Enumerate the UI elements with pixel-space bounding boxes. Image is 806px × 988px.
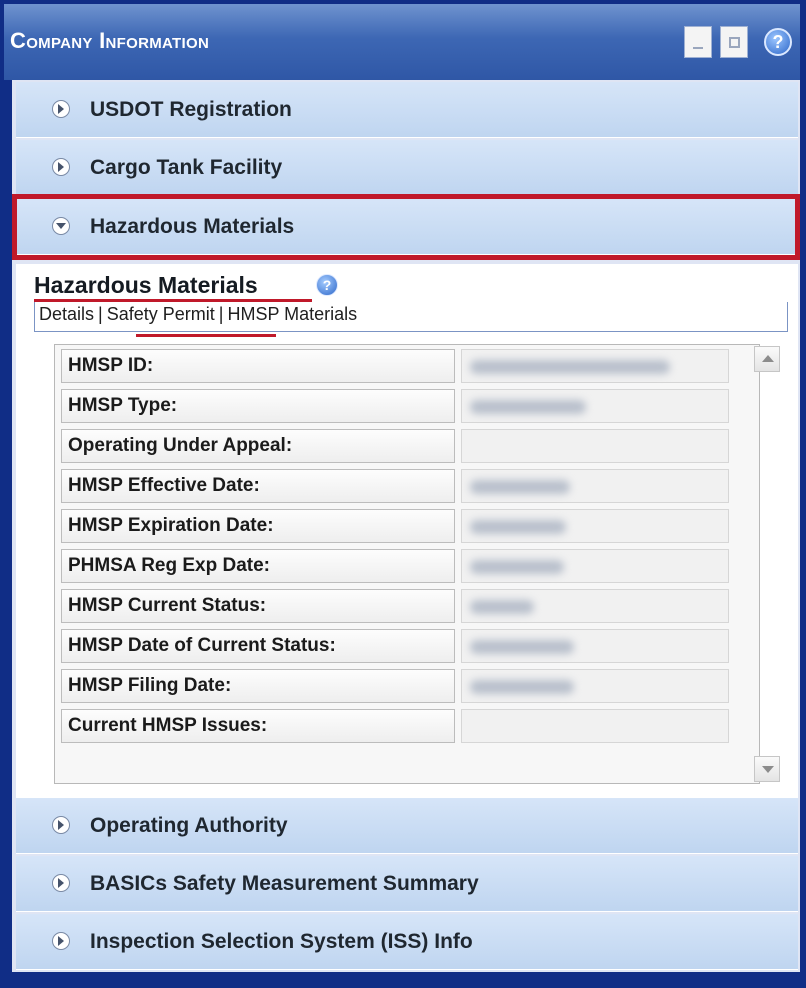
- field-label: HMSP Expiration Date:: [61, 509, 455, 543]
- tab-bar: Details | Safety Permit | HMSP Materials: [34, 302, 788, 332]
- section-label: Operating Authority: [90, 814, 288, 837]
- table-row: PHMSA Reg Exp Date:: [61, 549, 729, 583]
- window-title: Company Information: [10, 28, 210, 53]
- chevron-right-icon: [52, 932, 70, 950]
- panel-title: Hazardous Materials: [34, 272, 258, 298]
- table-row: HMSP Date of Current Status:: [61, 629, 729, 663]
- section-basics-safety-measurement-summary[interactable]: BASICs Safety Measurement Summary: [16, 856, 798, 912]
- field-value: [461, 629, 729, 663]
- table-row: HMSP Current Status:: [61, 589, 729, 623]
- tab-details[interactable]: Details: [39, 304, 94, 324]
- field-value: [461, 589, 729, 623]
- window-frame: Company Information ? USDOT Registration…: [0, 0, 806, 988]
- field-value: [461, 389, 729, 423]
- table-row: Current HMSP Issues:: [61, 709, 729, 743]
- table-row: HMSP Effective Date:: [61, 469, 729, 503]
- scrollbar[interactable]: [754, 346, 780, 782]
- maximize-button[interactable]: [720, 26, 748, 58]
- table-row: Operating Under Appeal:: [61, 429, 729, 463]
- hmsp-details-grid: HMSP ID: HMSP Type: Operating Under Appe…: [54, 344, 760, 784]
- table-row: HMSP ID:: [61, 349, 729, 383]
- help-icon[interactable]: ?: [764, 28, 792, 56]
- section-iss-info[interactable]: Inspection Selection System (ISS) Info: [16, 914, 798, 970]
- table-row: HMSP Expiration Date:: [61, 509, 729, 543]
- field-label: HMSP Type:: [61, 389, 455, 423]
- tab-underline: [136, 334, 276, 337]
- accordion-container: USDOT Registration Cargo Tank Facility H…: [12, 80, 800, 972]
- field-label: HMSP Current Status:: [61, 589, 455, 623]
- scroll-up-button[interactable]: [754, 346, 780, 372]
- table-row: HMSP Type:: [61, 389, 729, 423]
- field-label: HMSP ID:: [61, 349, 455, 383]
- field-value: [461, 669, 729, 703]
- maximize-icon: [728, 36, 740, 48]
- section-cargo-tank-facility[interactable]: Cargo Tank Facility: [16, 140, 798, 196]
- scroll-down-button[interactable]: [754, 756, 780, 782]
- minimize-icon: [693, 47, 703, 49]
- tab-safety-permit[interactable]: Safety Permit: [107, 304, 215, 324]
- field-value: [461, 509, 729, 543]
- chevron-right-icon: [52, 100, 70, 118]
- minimize-button[interactable]: [684, 26, 712, 58]
- chevron-right-icon: [52, 158, 70, 176]
- field-value: [461, 349, 729, 383]
- help-icon[interactable]: ?: [316, 274, 338, 296]
- section-label: USDOT Registration: [90, 98, 292, 121]
- table-row: HMSP Filing Date:: [61, 669, 729, 703]
- tab-separator: |: [218, 304, 224, 324]
- field-label: PHMSA Reg Exp Date:: [61, 549, 455, 583]
- chevron-down-icon: [762, 766, 774, 773]
- section-usdot-registration[interactable]: USDOT Registration: [16, 82, 798, 138]
- field-label: Operating Under Appeal:: [61, 429, 455, 463]
- chevron-up-icon: [762, 355, 774, 362]
- section-label: BASICs Safety Measurement Summary: [90, 872, 479, 895]
- field-label: HMSP Effective Date:: [61, 469, 455, 503]
- window-title-bar: Company Information ?: [4, 4, 800, 80]
- field-label: HMSP Filing Date:: [61, 669, 455, 703]
- chevron-right-icon: [52, 874, 70, 892]
- chevron-right-icon: [52, 816, 70, 834]
- highlight-box: [12, 194, 800, 260]
- field-value: [461, 549, 729, 583]
- section-label: Inspection Selection System (ISS) Info: [90, 930, 473, 953]
- section-operating-authority[interactable]: Operating Authority: [16, 798, 798, 854]
- field-value: [461, 469, 729, 503]
- field-label: Current HMSP Issues:: [61, 709, 455, 743]
- tab-separator: |: [98, 304, 103, 324]
- hazmat-panel: Hazardous Materials ? Details | Safety Per…: [16, 264, 798, 800]
- field-value: [461, 429, 729, 463]
- field-value: [461, 709, 729, 743]
- field-label: HMSP Date of Current Status:: [61, 629, 455, 663]
- section-label: Cargo Tank Facility: [90, 156, 283, 179]
- tab-hmsp-materials[interactable]: HMSP Materials: [227, 304, 357, 324]
